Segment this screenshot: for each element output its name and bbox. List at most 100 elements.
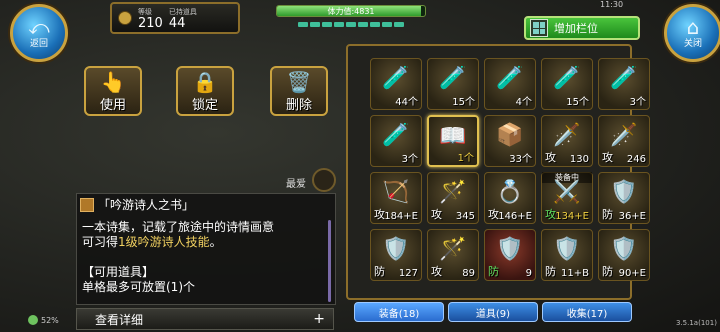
tab-items[interactable]: 道具(9) — [448, 302, 538, 322]
item-quantity: 345 — [455, 211, 475, 222]
version-label: 3.5.1a(101) — [676, 319, 717, 327]
hand-icon: 👆 — [100, 70, 126, 94]
description-body: 一本诗集，记载了旅途中的诗情画意 可习得1级吟游诗人技能。 【可用道具】 单格最… — [82, 220, 326, 295]
item-icon: 📖 — [439, 124, 467, 149]
item-quantity: 33个 — [509, 154, 532, 165]
item-icon: 🪄 — [439, 180, 467, 205]
item-quantity: 246 — [626, 154, 646, 165]
battery-icon — [28, 315, 38, 325]
description-line2: 可习得1级吟游诗人技能。 — [82, 235, 222, 249]
item-quantity: 15个 — [452, 97, 475, 108]
skill-highlight: 1级吟游诗人技能 — [118, 235, 210, 249]
item-quantity: 90+E — [618, 268, 646, 279]
item-quantity: 134+E — [555, 211, 589, 222]
inventory-slot[interactable]: 🧪 3个 — [598, 58, 650, 110]
favorite-label: 最爱 — [286, 179, 306, 190]
inventory-slot[interactable]: 🧪 3个 — [370, 115, 422, 167]
items-caption: 已持道具 — [168, 7, 197, 16]
item-quantity: 3个 — [401, 154, 418, 165]
level-stat: 等级 210 — [138, 7, 163, 30]
item-icon: 🗡️ — [553, 123, 581, 148]
view-details-label: 查看详细 — [95, 312, 144, 327]
items-value: 44 — [168, 15, 186, 31]
item-icon: 🧪 — [553, 66, 581, 91]
item-icon: 🧪 — [610, 66, 638, 91]
inventory-slot[interactable]: 🏹 攻 184+E — [370, 172, 422, 224]
trash-icon: 🗑️ — [286, 70, 312, 94]
back-button[interactable]: ⤺ 返回 — [10, 4, 68, 62]
item-icon: 🧪 — [382, 66, 410, 91]
inventory-slot[interactable]: 🪄 攻 345 — [427, 172, 479, 224]
item-type-label: 防 — [602, 208, 613, 221]
use-button[interactable]: 👆 使用 — [84, 66, 142, 116]
inventory-slot[interactable]: 📦 33个 — [484, 115, 536, 167]
inventory-slot[interactable]: 装备中 ⚔️ 攻 134+E — [541, 172, 593, 224]
inventory-slot[interactable]: 🛡️ 防 90+E — [598, 229, 650, 281]
tab-equipment[interactable]: 装备(18) — [354, 302, 444, 322]
item-type-label: 攻 — [431, 265, 442, 278]
items-stat: 已持道具 44 — [169, 7, 197, 30]
back-arrow-icon: ⤺ — [28, 14, 50, 39]
plus-icon: + — [313, 311, 325, 327]
item-icon: 🏹 — [382, 180, 410, 205]
item-quantity: 127 — [398, 268, 418, 279]
item-icon: 🛡️ — [496, 237, 524, 262]
item-icon: 📦 — [496, 123, 524, 148]
item-quantity: 4个 — [515, 97, 532, 108]
description-limit: 单格最多可放置(1)个 — [82, 280, 195, 294]
item-quantity: 89 — [462, 268, 475, 279]
inventory-slot[interactable]: 🧪 15个 — [427, 58, 479, 110]
player-stats: 等级 210 已持道具 44 — [110, 2, 240, 34]
inventory-slot[interactable]: 🪄 攻 89 — [427, 229, 479, 281]
item-quantity: 36+E — [618, 211, 646, 222]
close-button[interactable]: ⌂ 关闭 — [664, 4, 720, 62]
lock-label: 锁定 — [191, 98, 218, 113]
clock: 11:30 — [600, 0, 624, 9]
item-icon: 🪄 — [439, 237, 467, 262]
item-icon: 🛡️ — [382, 237, 410, 262]
add-slot-button[interactable]: 增加栏位 — [524, 16, 640, 40]
lock-button[interactable]: 🔒 锁定 — [176, 66, 234, 116]
inventory-slot[interactable]: 🛡️ 防 9 — [484, 229, 536, 281]
item-icon: 🛡️ — [610, 237, 638, 262]
inventory-slot[interactable]: 🛡️ 防 127 — [370, 229, 422, 281]
item-quantity: 130 — [569, 154, 589, 165]
item-type-label: 攻 — [602, 151, 613, 164]
home-icon: ⌂ — [686, 14, 700, 39]
item-quantity: 44个 — [395, 97, 418, 108]
favorite-toggle[interactable] — [312, 168, 336, 192]
view-details-button[interactable]: 查看详细 + — [76, 308, 334, 330]
inventory-slot[interactable]: 🗡️ 攻 246 — [598, 115, 650, 167]
battery-text: 52% — [41, 315, 59, 325]
inventory-slot[interactable]: 📖 1个 — [427, 115, 479, 167]
inventory-slot[interactable]: 💍 攻 146+E — [484, 172, 536, 224]
inventory-slot[interactable]: 🧪 44个 — [370, 58, 422, 110]
item-icon: 🧪 — [496, 66, 524, 91]
item-icon: ⚔️ — [553, 180, 581, 205]
level-value: 210 — [138, 15, 163, 31]
stamina-text: 体力值:4831 — [327, 7, 375, 16]
description-section: 【可用道具】 — [82, 265, 155, 279]
item-quantity: 9 — [525, 268, 532, 279]
use-label: 使用 — [99, 98, 126, 113]
book-icon — [80, 197, 94, 212]
description-scrollbar[interactable] — [328, 220, 331, 302]
item-icon: 🗡️ — [610, 123, 638, 148]
item-icon: 🛡️ — [553, 237, 581, 262]
inventory-tabs: 装备(18) 道具(9) 收集(17) — [354, 302, 632, 322]
item-icon: 🛡️ — [610, 180, 638, 205]
stamina-segments — [298, 22, 404, 27]
item-quantity: 3个 — [629, 97, 646, 108]
tab-collection[interactable]: 收集(17) — [542, 302, 632, 322]
inventory-slot[interactable]: 🛡️ 防 11+B — [541, 229, 593, 281]
item-quantity: 146+E — [498, 211, 532, 222]
lock-icon: 🔒 — [192, 70, 218, 94]
inventory-slot[interactable]: 🗡️ 攻 130 — [541, 115, 593, 167]
inventory-slot[interactable]: 🧪 15个 — [541, 58, 593, 110]
item-type-label: 防 — [602, 265, 613, 278]
item-icon: 🧪 — [439, 66, 467, 91]
inventory-slot[interactable]: 🛡️ 防 36+E — [598, 172, 650, 224]
delete-label: 删除 — [285, 98, 312, 113]
inventory-slot[interactable]: 🧪 4个 — [484, 58, 536, 110]
delete-button[interactable]: 🗑️ 删除 — [270, 66, 328, 116]
